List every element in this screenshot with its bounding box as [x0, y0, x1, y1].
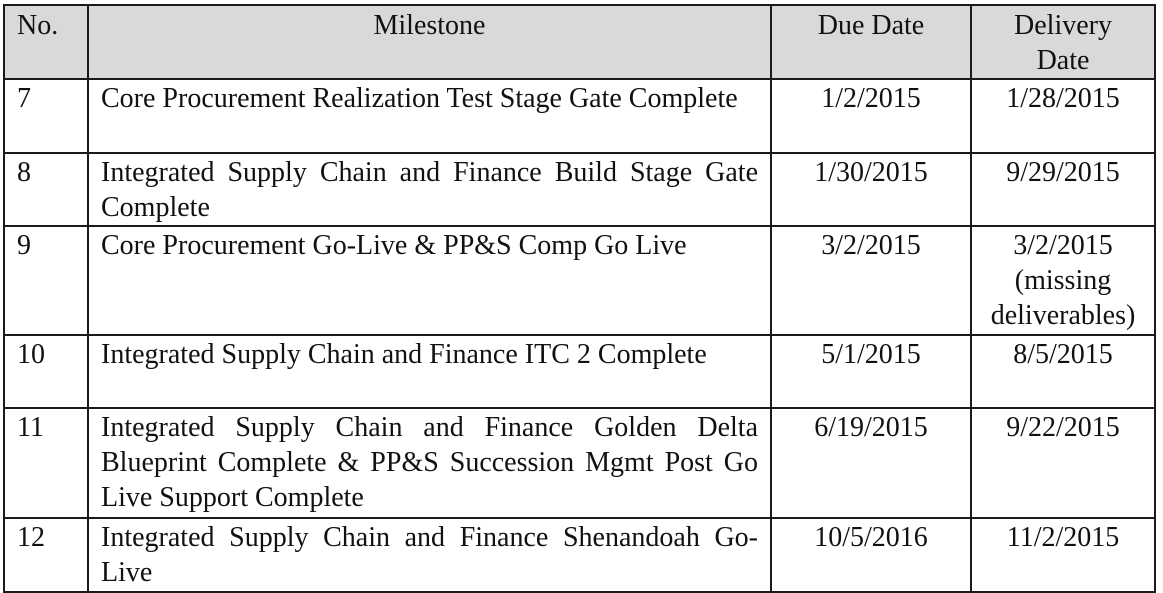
- milestone-cell: Integrated Supply Chain and Finance Buil…: [87, 152, 772, 227]
- delivery-date-cell: 9/29/2015: [970, 152, 1156, 227]
- table-row: 10 Integrated Supply Chain and Finance I…: [3, 334, 1156, 409]
- due-date-cell: 10/5/2016: [770, 517, 972, 593]
- milestones-table: No. Milestone Due Date Delivery Date 7 C…: [3, 4, 1156, 593]
- table-row: 11 Integrated Supply Chain and Finance G…: [3, 407, 1156, 519]
- delivery-date-cell: 8/5/2015: [970, 334, 1156, 409]
- delivery-note-line2: deliverables): [990, 300, 1136, 331]
- row-number: 11: [3, 407, 89, 519]
- delivery-date-cell: 9/22/2015: [970, 407, 1156, 519]
- milestone-cell: Core Procurement Go-Live & PP&S Comp Go …: [87, 225, 772, 336]
- delivery-date-cell: 3/2/2015 (missing deliverables): [970, 225, 1156, 336]
- milestone-cell: Integrated Supply Chain and Finance Gold…: [87, 407, 772, 519]
- header-due-date: Due Date: [770, 4, 972, 80]
- due-date-cell: 1/2/2015: [770, 78, 972, 154]
- row-number: 12: [3, 517, 89, 593]
- milestone-cell: Integrated Supply Chain and Finance Shen…: [87, 517, 772, 593]
- milestone-cell: Core Procurement Realization Test Stage …: [87, 78, 772, 154]
- delivery-date-cell: 11/2/2015: [970, 517, 1156, 593]
- table-row: 12 Integrated Supply Chain and Finance S…: [3, 517, 1156, 593]
- row-number: 7: [3, 78, 89, 154]
- delivery-date-value: 3/2/2015: [1013, 230, 1113, 261]
- table-header-row: No. Milestone Due Date Delivery Date: [3, 4, 1156, 80]
- delivery-note-line1: (missing: [1014, 265, 1112, 296]
- due-date-cell: 1/30/2015: [770, 152, 972, 227]
- table-row: 7 Core Procurement Realization Test Stag…: [3, 78, 1156, 154]
- header-delivery-date-line1: Delivery: [1014, 10, 1112, 41]
- row-number: 10: [3, 334, 89, 409]
- table-row: 8 Integrated Supply Chain and Finance Bu…: [3, 152, 1156, 227]
- delivery-date-cell: 1/28/2015: [970, 78, 1156, 154]
- header-no: No.: [3, 4, 89, 80]
- header-delivery-date: Delivery Date: [970, 4, 1156, 80]
- table-row: 9 Core Procurement Go-Live & PP&S Comp G…: [3, 225, 1156, 336]
- due-date-cell: 6/19/2015: [770, 407, 972, 519]
- header-delivery-date-line2: Date: [1036, 45, 1090, 76]
- milestone-cell: Integrated Supply Chain and Finance ITC …: [87, 334, 772, 409]
- due-date-cell: 3/2/2015: [770, 225, 972, 336]
- row-number: 8: [3, 152, 89, 227]
- header-milestone: Milestone: [87, 4, 772, 80]
- row-number: 9: [3, 225, 89, 336]
- due-date-cell: 5/1/2015: [770, 334, 972, 409]
